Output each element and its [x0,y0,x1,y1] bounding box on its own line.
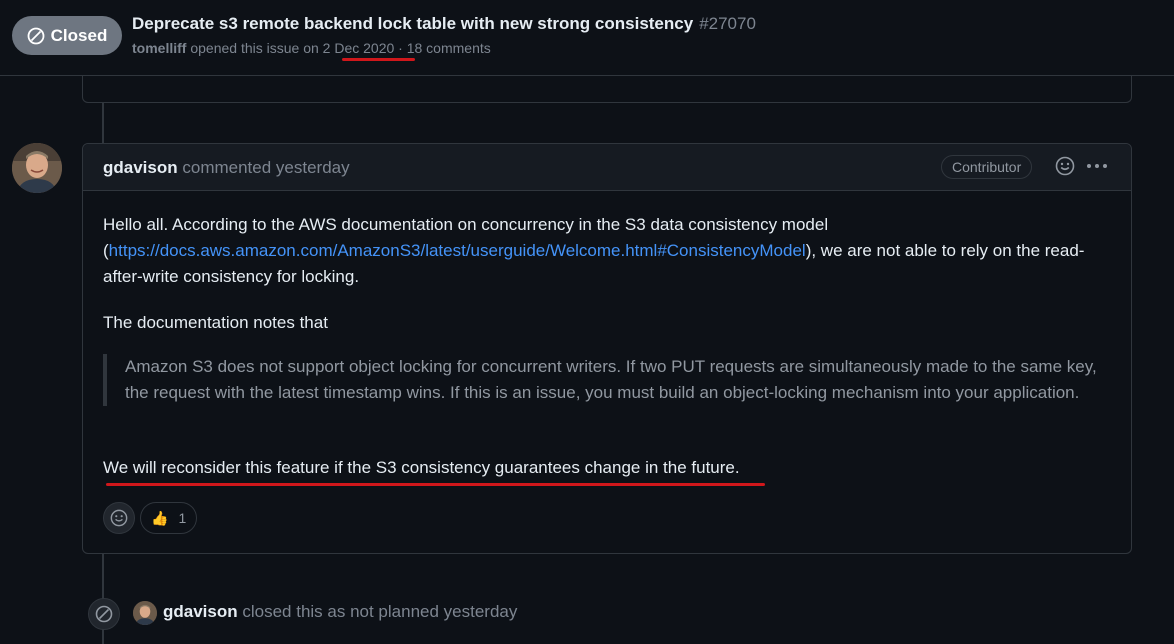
smiley-icon [110,509,128,527]
thumbs-up-emoji: 👍 [151,509,169,526]
issue-state-label: Closed [50,25,108,45]
reaction-count: 1 [178,510,187,526]
date-annotation-underline [342,58,415,61]
comment-paragraph-1: Hello all. According to the AWS document… [103,212,1113,290]
comment-header: gdavison commented yesterday Contributor [83,144,1131,191]
issue-opened-text: opened this issue on [190,40,319,56]
kebab-icon[interactable] [1086,156,1108,180]
event-author-avatar[interactable] [133,601,157,625]
comment-box: gdavison commented yesterday Contributor… [82,143,1132,554]
issue-author-link[interactable]: tomelliff [132,40,186,56]
blockquote: Amazon S3 does not support object lockin… [103,354,1125,406]
sticky-issue-header: Closed Deprecate s3 remote backend lock … [0,0,1174,76]
issue-comment-count: · 18 comments [398,40,491,56]
issue-title-text: Deprecate s3 remote backend lock table w… [132,14,694,33]
comment-paragraph-3: We will reconsider this feature if the S… [103,458,740,477]
issue-state-badge: Closed [12,16,122,55]
issue-number: #27070 [699,14,756,33]
smiley-icon[interactable] [1055,156,1075,181]
event-author-link[interactable]: gdavison [163,602,238,621]
comment-byline: gdavison commented yesterday [103,158,350,178]
closing-annotation-underline [106,483,765,486]
add-reaction-button[interactable] [103,502,135,534]
comment-paragraph-2: The documentation notes that [103,313,328,332]
issue-meta: tomelliff opened this issue on 2 Dec 202… [132,40,491,56]
thumbs-up-reaction[interactable]: 👍 1 [140,502,198,534]
event-description: closed this as not planned yesterday [242,602,518,621]
closed-circle-icon [27,27,45,45]
comment-timestamp[interactable]: commented yesterday [182,158,349,177]
contributor-badge: Contributor [941,155,1033,179]
issue-title[interactable]: Deprecate s3 remote backend lock table w… [132,14,756,34]
skip-circle-icon [88,598,120,630]
aws-docs-link[interactable]: https://docs.aws.amazon.com/AmazonS3/lat… [109,241,806,260]
comment-author-link[interactable]: gdavison [103,158,178,177]
issue-opened-date[interactable]: 2 Dec 2020 [323,40,395,56]
commenter-avatar[interactable] [12,143,62,193]
closed-event-text: gdavison closed this as not planned yest… [163,602,517,622]
